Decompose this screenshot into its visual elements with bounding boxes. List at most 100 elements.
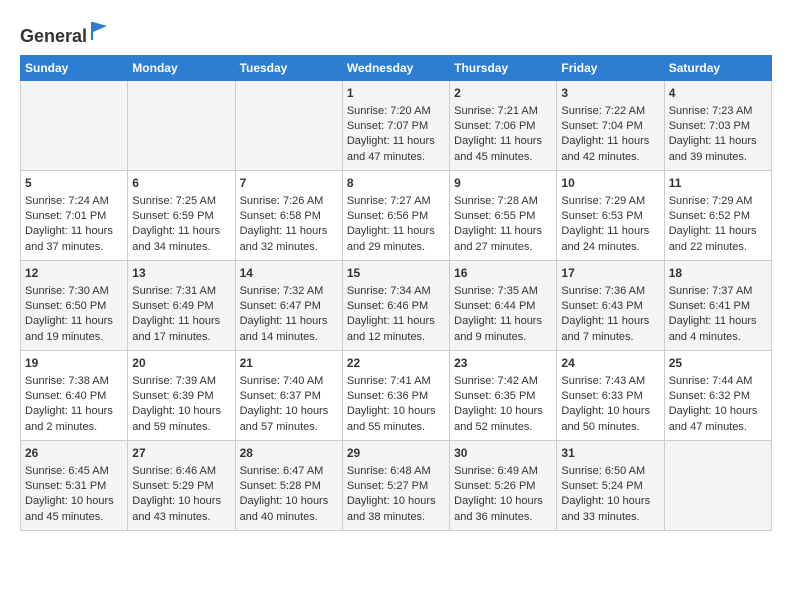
day-number: 12 xyxy=(25,265,123,282)
weekday-header-tuesday: Tuesday xyxy=(235,55,342,80)
day-info: Sunrise: 7:43 AM xyxy=(561,374,659,389)
day-info: Sunset: 6:36 PM xyxy=(347,389,445,404)
day-number: 31 xyxy=(561,445,659,462)
day-number: 11 xyxy=(669,175,767,192)
calendar-cell xyxy=(21,80,128,170)
day-info: Sunrise: 6:47 AM xyxy=(240,464,338,479)
day-info: Sunrise: 7:26 AM xyxy=(240,194,338,209)
calendar-cell: 5Sunrise: 7:24 AMSunset: 7:01 PMDaylight… xyxy=(21,170,128,260)
calendar-cell xyxy=(664,440,771,530)
day-info: Daylight: 11 hours and 14 minutes. xyxy=(240,314,338,345)
day-info: Sunset: 6:53 PM xyxy=(561,209,659,224)
day-number: 27 xyxy=(132,445,230,462)
day-info: Sunrise: 7:39 AM xyxy=(132,374,230,389)
calendar-cell: 27Sunrise: 6:46 AMSunset: 5:29 PMDayligh… xyxy=(128,440,235,530)
day-number: 20 xyxy=(132,355,230,372)
day-number: 13 xyxy=(132,265,230,282)
day-info: Sunset: 6:49 PM xyxy=(132,299,230,314)
day-number: 3 xyxy=(561,85,659,102)
day-number: 17 xyxy=(561,265,659,282)
calendar-cell: 28Sunrise: 6:47 AMSunset: 5:28 PMDayligh… xyxy=(235,440,342,530)
day-info: Daylight: 11 hours and 34 minutes. xyxy=(132,224,230,255)
day-number: 9 xyxy=(454,175,552,192)
day-number: 19 xyxy=(25,355,123,372)
day-number: 24 xyxy=(561,355,659,372)
day-info: Sunset: 6:32 PM xyxy=(669,389,767,404)
day-info: Sunset: 6:46 PM xyxy=(347,299,445,314)
day-info: Sunrise: 7:35 AM xyxy=(454,284,552,299)
day-info: Daylight: 11 hours and 27 minutes. xyxy=(454,224,552,255)
calendar-cell: 19 Sunrise: 7:38 AMSunset: 6:40 PMDayligh… xyxy=(21,350,128,440)
day-info: Daylight: 10 hours and 38 minutes. xyxy=(347,494,445,525)
day-info: Daylight: 11 hours and 39 minutes. xyxy=(669,134,767,165)
calendar-week-row: 1Sunrise: 7:20 AMSunset: 7:07 PMDaylight… xyxy=(21,80,772,170)
calendar-cell: 15 Sunrise: 7:34 AMSunset: 6:46 PMDayligh… xyxy=(342,260,449,350)
calendar-week-row: 26Sunrise: 6:45 AMSunset: 5:31 PMDayligh… xyxy=(21,440,772,530)
day-info: Sunset: 5:29 PM xyxy=(132,479,230,494)
calendar-cell: 23Sunrise: 7:42 AMSunset: 6:35 PMDayligh… xyxy=(450,350,557,440)
day-info: Daylight: 11 hours and 19 minutes. xyxy=(25,314,123,345)
day-info: Sunset: 6:37 PM xyxy=(240,389,338,404)
day-info: Sunrise: 7:40 AM xyxy=(240,374,338,389)
day-info: Daylight: 11 hours and 45 minutes. xyxy=(454,134,552,165)
calendar-cell xyxy=(235,80,342,170)
day-info: Daylight: 11 hours and 9 minutes. xyxy=(454,314,552,345)
day-info: Sunset: 6:56 PM xyxy=(347,209,445,224)
day-info: Sunrise: 7:36 AM xyxy=(561,284,659,299)
day-info: Sunset: 6:35 PM xyxy=(454,389,552,404)
day-info: Sunset: 5:31 PM xyxy=(25,479,123,494)
day-info: Daylight: 11 hours and 7 minutes. xyxy=(561,314,659,345)
day-info: Sunset: 5:26 PM xyxy=(454,479,552,494)
calendar-week-row: 5Sunrise: 7:24 AMSunset: 7:01 PMDaylight… xyxy=(21,170,772,260)
day-info: Sunset: 6:55 PM xyxy=(454,209,552,224)
day-number: 15 xyxy=(347,265,445,282)
day-info: Daylight: 10 hours and 52 minutes. xyxy=(454,404,552,435)
calendar-cell: 22Sunrise: 7:41 AMSunset: 6:36 PMDayligh… xyxy=(342,350,449,440)
day-number: 30 xyxy=(454,445,552,462)
day-info: Sunrise: 7:38 AM xyxy=(25,374,123,389)
day-info: Daylight: 10 hours and 50 minutes. xyxy=(561,404,659,435)
day-info: Daylight: 11 hours and 12 minutes. xyxy=(347,314,445,345)
day-info: Sunrise: 7:23 AM xyxy=(669,104,767,119)
day-info: Daylight: 11 hours and 2 minutes. xyxy=(25,404,123,435)
calendar-cell: 4Sunrise: 7:23 AMSunset: 7:03 PMDaylight… xyxy=(664,80,771,170)
calendar-cell xyxy=(128,80,235,170)
weekday-header-sunday: Sunday xyxy=(21,55,128,80)
day-number: 25 xyxy=(669,355,767,372)
day-number: 5 xyxy=(25,175,123,192)
day-info: Sunrise: 7:31 AM xyxy=(132,284,230,299)
day-info: Sunset: 6:43 PM xyxy=(561,299,659,314)
day-info: Sunset: 6:59 PM xyxy=(132,209,230,224)
weekday-header-wednesday: Wednesday xyxy=(342,55,449,80)
day-info: Sunset: 6:40 PM xyxy=(25,389,123,404)
calendar-cell: 2Sunrise: 7:21 AMSunset: 7:06 PMDaylight… xyxy=(450,80,557,170)
calendar-cell: 25Sunrise: 7:44 AMSunset: 6:32 PMDayligh… xyxy=(664,350,771,440)
weekday-header-friday: Friday xyxy=(557,55,664,80)
day-info: Daylight: 10 hours and 59 minutes. xyxy=(132,404,230,435)
logo: General xyxy=(20,20,111,45)
calendar-table: SundayMondayTuesdayWednesdayThursdayFrid… xyxy=(20,55,772,531)
day-info: Sunrise: 7:20 AM xyxy=(347,104,445,119)
day-info: Daylight: 11 hours and 22 minutes. xyxy=(669,224,767,255)
weekday-header-thursday: Thursday xyxy=(450,55,557,80)
day-info: Sunrise: 6:46 AM xyxy=(132,464,230,479)
day-info: Sunset: 5:27 PM xyxy=(347,479,445,494)
day-info: Sunrise: 7:25 AM xyxy=(132,194,230,209)
calendar-cell: 10Sunrise: 7:29 AMSunset: 6:53 PMDayligh… xyxy=(557,170,664,260)
calendar-cell: 7Sunrise: 7:26 AMSunset: 6:58 PMDaylight… xyxy=(235,170,342,260)
day-number: 7 xyxy=(240,175,338,192)
day-number: 18 xyxy=(669,265,767,282)
logo-general: General xyxy=(20,26,87,46)
day-info: Sunrise: 6:48 AM xyxy=(347,464,445,479)
day-number: 1 xyxy=(347,85,445,102)
day-info: Sunrise: 7:34 AM xyxy=(347,284,445,299)
day-info: Daylight: 10 hours and 57 minutes. xyxy=(240,404,338,435)
day-info: Sunrise: 7:44 AM xyxy=(669,374,767,389)
day-info: Sunrise: 7:42 AM xyxy=(454,374,552,389)
day-info: Sunset: 5:24 PM xyxy=(561,479,659,494)
day-info: Sunset: 7:03 PM xyxy=(669,119,767,134)
day-info: Daylight: 10 hours and 36 minutes. xyxy=(454,494,552,525)
calendar-cell: 21Sunrise: 7:40 AMSunset: 6:37 PMDayligh… xyxy=(235,350,342,440)
calendar-cell: 31Sunrise: 6:50 AMSunset: 5:24 PMDayligh… xyxy=(557,440,664,530)
day-number: 2 xyxy=(454,85,552,102)
